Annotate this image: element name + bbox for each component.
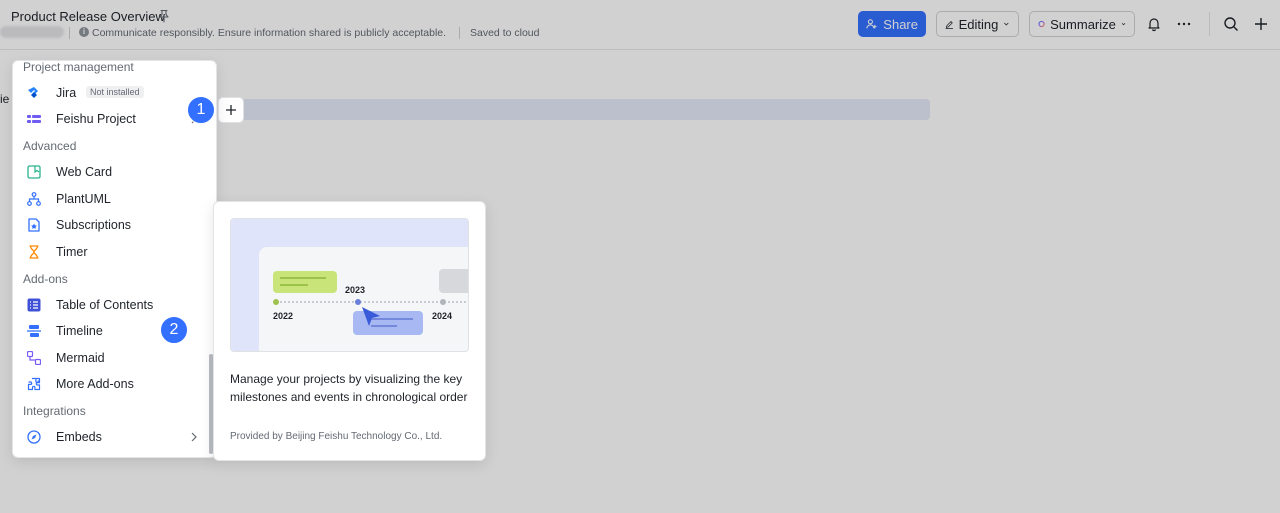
editing-mode-button[interactable]: Editing (936, 11, 1019, 37)
divider (69, 27, 70, 39)
section-header: Advanced (23, 139, 77, 153)
menu-item-label: Embeds (56, 430, 102, 444)
timeline-preview-card: 2023 2022 2024 Manage your projects by v… (213, 201, 486, 461)
menu-item-label: Table of Contents (56, 298, 154, 312)
new-button[interactable] (1250, 13, 1272, 35)
chevron-down-icon (1004, 22, 1009, 26)
table-of-contents-icon (27, 298, 41, 312)
menu-item-label: Timer (56, 245, 88, 259)
more-options-button[interactable] (1173, 13, 1195, 35)
share-button[interactable]: Share (858, 11, 926, 37)
summarize-label: Summarize (1050, 16, 1116, 32)
menu-item-label: Subscriptions (56, 218, 132, 232)
menu-item-label: PlantUML (56, 192, 111, 206)
step-callout-2: 2 (160, 316, 188, 344)
subscriptions-icon (28, 218, 40, 232)
jira-icon (28, 87, 38, 98)
year-label-2023: 2023 (345, 285, 365, 295)
ai-summarize-icon (1038, 20, 1045, 28)
menu-item-label: Feishu Project (56, 112, 136, 126)
notifications-button[interactable] (1143, 13, 1165, 35)
plus-icon (1255, 18, 1267, 30)
preview-provider: Provided by Beijing Feishu Technology Co… (230, 431, 443, 442)
document-text-fragment: ie (0, 92, 10, 106)
menu-item-mermaid[interactable]: Mermaid (18, 345, 208, 371)
insert-block-menu: Project management Jira Not installed Fe… (12, 60, 217, 458)
collaborator-avatars[interactable] (0, 26, 64, 38)
menu-item-subscriptions[interactable]: Subscriptions (18, 212, 208, 238)
pencil-icon (945, 20, 953, 29)
year-label-2024: 2024 (432, 311, 452, 321)
notice-text: Communicate responsibly. Ensure informat… (92, 27, 447, 39)
section-header: Add-ons (23, 272, 68, 286)
plantuml-icon (27, 192, 41, 206)
menu-item-table-of-contents[interactable]: Table of Contents (18, 292, 208, 318)
saved-status: Saved to cloud (470, 27, 540, 39)
step-callout-1: 1 (187, 96, 215, 124)
mermaid-icon (27, 351, 41, 365)
chevron-down-icon (1121, 23, 1126, 26)
not-installed-badge: Not installed (86, 86, 144, 98)
document-title[interactable]: Product Release Overview (11, 9, 165, 24)
menu-item-label: Mermaid (56, 351, 105, 365)
menu-item-more-add-ons[interactable]: More Add-ons (18, 371, 208, 397)
selected-block-highlight (238, 99, 930, 120)
menu-item-plantuml[interactable]: PlantUML (18, 186, 208, 212)
menu-item-embeds[interactable]: Embeds (18, 424, 208, 450)
top-bar: Product Release Overview i Communicate r… (0, 0, 1280, 50)
timeline-preview-image: 2023 2022 2024 (230, 218, 469, 352)
menu-item-timer[interactable]: Timer (18, 239, 208, 265)
more-icon (1177, 22, 1191, 26)
menu-item-web-card[interactable]: Web Card (18, 159, 208, 185)
plus-icon (226, 105, 236, 115)
puzzle-icon (27, 377, 41, 391)
menu-item-label: Timeline (56, 324, 103, 338)
hourglass-icon (29, 245, 39, 259)
editing-label: Editing (958, 16, 999, 32)
chevron-right-icon (191, 432, 197, 442)
bell-icon (1148, 18, 1160, 32)
info-icon: i (79, 27, 89, 37)
search-button[interactable] (1220, 13, 1242, 35)
divider (459, 27, 460, 39)
web-card-icon (27, 165, 41, 179)
pin-icon[interactable] (157, 9, 171, 23)
share-label: Share (883, 16, 918, 32)
timeline-icon (27, 325, 41, 337)
menu-item-jira[interactable]: Jira Not installed (18, 80, 208, 106)
search-icon (1224, 17, 1238, 31)
menu-item-feishu-project[interactable]: Feishu Project (18, 106, 208, 132)
compass-icon (27, 430, 41, 444)
section-header: Integrations (23, 404, 86, 418)
summarize-button[interactable]: Summarize (1029, 11, 1135, 37)
feishu-project-icon (27, 115, 41, 123)
section-header: Project management (23, 60, 134, 74)
menu-item-label: Jira (56, 86, 77, 100)
share-users-icon (866, 19, 877, 29)
year-label-2022: 2022 (273, 311, 293, 321)
menu-item-label: Web Card (56, 165, 113, 179)
preview-description: Manage your projects by visualizing the … (230, 372, 468, 404)
timeline-illustration: 2023 2022 2024 (231, 219, 468, 351)
divider (1209, 12, 1210, 36)
add-block-button[interactable] (218, 97, 244, 123)
menu-item-label: More Add-ons (56, 377, 134, 391)
